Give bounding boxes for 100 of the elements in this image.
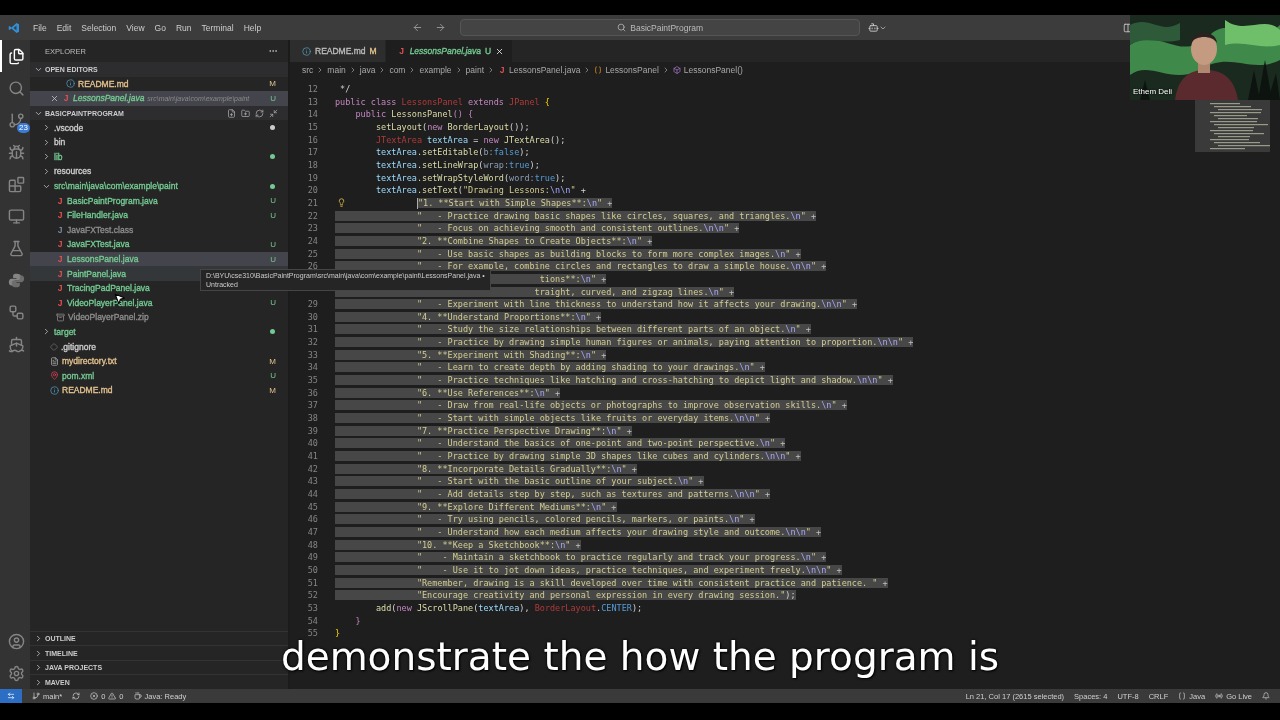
menu-item[interactable]: View xyxy=(121,22,150,33)
breadcrumb-item[interactable]: src xyxy=(302,65,314,75)
code-line: "9. **Explore Different Mediums**:\n" + xyxy=(335,500,617,514)
code-line: " - Understand how each medium affects your drawing style and outcome.\n\n" + xyxy=(335,525,822,539)
code-line: */ xyxy=(339,83,351,96)
file-tree-item[interactable]: J LessonsPanel.java U xyxy=(30,251,288,267)
line-number: 47 xyxy=(306,525,318,539)
code-line: " - Use basic shapes as building blocks to form more complex images.\n" + xyxy=(335,247,801,261)
line-number: 20 xyxy=(306,184,318,197)
menu-item[interactable]: Go xyxy=(149,22,171,33)
code-line: " - Experiment with line thickness to understand how it affects your drawing.\n\n" + xyxy=(335,298,857,311)
code-line: textArea.setWrapStyleWord(word:true); xyxy=(374,171,566,185)
file-tree-item[interactable]: pom.xml U xyxy=(30,368,288,384)
breadcrumb-item[interactable]: java xyxy=(359,65,376,75)
code-line: public class LessonsPanel extends JPanel { xyxy=(335,95,550,109)
code-line: " - Practice by drawing simple 3D shapes like cubes and cylinders.\n\n" + xyxy=(335,450,801,463)
menu-item[interactable]: Help xyxy=(238,22,267,33)
code-line: " - Focus on achieving smooth and consistent outlines.\n\n" + xyxy=(335,222,740,235)
file-tree-item[interactable]: .vscode xyxy=(30,120,288,135)
file-tree-item[interactable]: VideoPlayerPanel.zip xyxy=(30,310,288,325)
line-number: 21 xyxy=(306,196,318,210)
line-number: 37 xyxy=(306,399,318,413)
line-number: 30 xyxy=(306,310,318,324)
line-number: 14 xyxy=(306,108,318,121)
line-number: 15 xyxy=(306,120,318,134)
file-tree-item[interactable]: .gitignore xyxy=(30,339,288,354)
file-tree-item[interactable]: J BasicPaintProgram.java U xyxy=(30,193,288,208)
code-line: " - Draw from real-life objects or photographs to improve observation skills.\n" + xyxy=(335,399,847,413)
line-number: 18 xyxy=(306,158,318,172)
line-number: 45 xyxy=(306,500,318,514)
file-tree-item[interactable]: lib xyxy=(30,149,288,165)
line-number: 42 xyxy=(306,462,318,476)
menu-item[interactable]: Selection xyxy=(76,22,122,33)
editor-tab[interactable]: J LessonsPanel.java U xyxy=(385,40,514,62)
line-number: 54 xyxy=(306,614,318,628)
menu-item[interactable]: Edit xyxy=(51,22,77,33)
activity-bar-item[interactable]: 23 xyxy=(0,104,30,136)
code-line: } xyxy=(335,627,341,640)
code-line: "6. **Use References**:\n" + xyxy=(335,386,561,400)
code-line: " - Study the size relationships between different parts of an object.\n" + xyxy=(335,323,811,337)
file-tree-item[interactable]: J JavaFXTest.java U xyxy=(30,237,288,252)
file-tree-item[interactable]: README.md M xyxy=(30,383,288,398)
file-tree-item[interactable]: J JavaFXTest.class xyxy=(30,222,288,238)
command-center-search[interactable]: BasicPaintProgram xyxy=(460,19,861,36)
line-number: 44 xyxy=(306,488,318,501)
line-number: 25 xyxy=(306,247,318,261)
file-tree-item[interactable]: mydirectory.txt M xyxy=(30,353,288,369)
code-line: JTextArea textArea = new JTextArea(); xyxy=(374,133,566,147)
line-number: 55 xyxy=(306,627,318,640)
java-file-icon: J xyxy=(62,93,70,104)
line-number: 16 xyxy=(306,133,318,147)
code-line: "8. **Incorporate Details Gradually**:\n" + xyxy=(335,462,637,476)
code-line: "1. **Start with Simple Shapes**:\n" + xyxy=(415,196,613,210)
breadcrumb-item[interactable]: example xyxy=(419,65,452,75)
code-line: "7. **Practice Perspective Drawing**:\n" + xyxy=(335,424,632,438)
code-line: "10. **Keep a Sketchbook**:\n" + xyxy=(335,538,581,552)
breadcrumb-item[interactable]: main xyxy=(327,65,346,75)
line-number: 13 xyxy=(306,95,318,109)
file-tree-item[interactable]: J VideoPlayerPanel.java U xyxy=(30,295,288,311)
line-number: 39 xyxy=(306,424,318,438)
breadcrumb-item[interactable]: LessonsPanel xyxy=(605,65,659,75)
menu-item[interactable]: Terminal xyxy=(196,22,239,33)
line-number: 52 xyxy=(306,589,318,602)
file-tree-item[interactable]: target xyxy=(30,324,288,340)
code-line: textArea.setLineWrap(wrap:true); xyxy=(374,158,540,172)
file-tree-item[interactable]: J FileHandler.java U xyxy=(30,207,288,223)
menu-item[interactable]: File xyxy=(28,22,52,33)
code-line: textArea.setText("Drawing Lessons:\n\n" + xyxy=(374,184,586,197)
breadcrumb-item[interactable]: LessonsPanel() xyxy=(683,65,743,75)
line-number: 48 xyxy=(306,538,318,552)
class-file-icon: J xyxy=(56,224,64,235)
breadcrumb-item[interactable]: LessonsPanel.java xyxy=(509,65,581,75)
code-line: " - Maintain a sketchbook to practice regularly and track your progress.\n" + xyxy=(335,551,827,564)
java-file-icon: J xyxy=(56,268,64,279)
code-line: "4. **Understand Proportions**:\n" + xyxy=(335,310,602,324)
java-file-icon: J xyxy=(56,297,64,308)
menu-item[interactable]: Run xyxy=(170,22,197,33)
code-line: "Remember, drawing is a skill developed over time with consistent practice and patience. " + xyxy=(335,576,888,590)
code-line: " - Practice techniques like hatching and cross-hatching to depict light and shadow.\n\n" + xyxy=(335,374,893,387)
line-number: 51 xyxy=(306,576,318,590)
code-line: " - Learn to create depth by adding shading to your drawings.\n" + xyxy=(335,361,765,375)
file-tree-item[interactable]: resources xyxy=(30,164,288,179)
line-number: 12 xyxy=(306,83,318,96)
open-editor-item[interactable]: README.md M xyxy=(30,76,288,92)
count-badge: 23 xyxy=(17,123,30,133)
file-tree-item[interactable]: bin xyxy=(30,134,288,150)
breadcrumb-item[interactable]: paint xyxy=(465,65,484,75)
line-number: 22 xyxy=(306,209,318,223)
code-line: " - Understand the basics of one-point and two-point perspective.\n" + xyxy=(335,437,786,451)
code-line: " - Practice drawing basic shapes like circles, squares, and triangles.\n" + xyxy=(335,209,817,223)
editor-tab[interactable]: README.md M xyxy=(290,40,386,62)
file-tree-item[interactable]: src\main\java\com\example\paint xyxy=(30,178,288,194)
java-file-icon: J xyxy=(56,254,64,264)
line-number: 23 xyxy=(306,222,318,235)
code-line: "Encourage creativity and personal expression in every drawing session."); xyxy=(335,589,796,602)
line-number: 35 xyxy=(306,374,318,387)
breadcrumb-item[interactable]: com xyxy=(389,65,406,75)
line-number: 29 xyxy=(306,298,318,311)
code-line: " - Practice by drawing simple human figures or animals, paying attention to proportion.\n\n" + xyxy=(335,336,914,349)
line-number: 40 xyxy=(306,437,318,451)
